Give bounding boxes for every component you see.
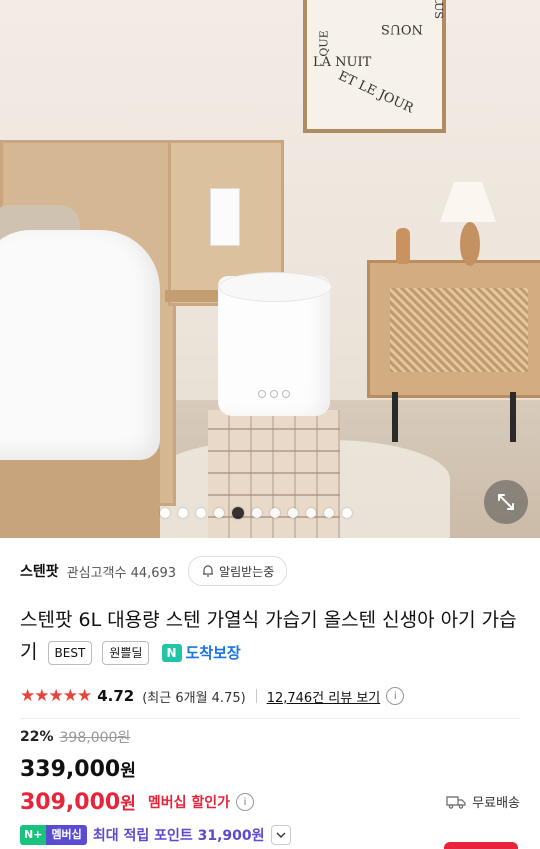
gallery-dot[interactable]: [288, 508, 298, 518]
arrival-icon: N: [161, 643, 182, 662]
rating-value: 4.72: [97, 687, 135, 705]
gallery-dot[interactable]: [270, 508, 280, 518]
bell-icon: [203, 565, 214, 577]
product-title: 스텐팟 6L 대용량 스텐 가열식 가습기 올스텐 신생아 아기 가습기: [20, 609, 517, 663]
poster-frame: PLUS NOUS QUE LA NUIT ET LE JOUR: [303, 0, 446, 133]
notify-button[interactable]: 알림받는중: [188, 556, 288, 586]
arrival-label: 도착보장: [185, 643, 241, 662]
expand-button[interactable]: [484, 480, 528, 524]
points-expand-button[interactable]: [270, 825, 291, 845]
purchase-button-edge[interactable]: [444, 842, 518, 849]
gallery-dot[interactable]: [178, 508, 188, 518]
nightstand-leg: [510, 392, 516, 442]
nightstand-rattan: [390, 288, 528, 372]
shipping-info: 무료배송: [446, 792, 520, 811]
expand-icon: [498, 494, 514, 510]
member-price-number: 309,000: [20, 790, 121, 815]
gallery-dot[interactable]: [214, 508, 224, 518]
store-row: 스텐팟 관심고객수 44,693 알림받는중: [20, 556, 288, 586]
discount-rate: 22%: [20, 729, 54, 745]
discount-row: 22% 398,000원: [20, 726, 130, 748]
gallery-dot-active[interactable]: [232, 507, 244, 519]
humidifier-buttons: [258, 383, 294, 398]
rating-stars: ★★★★★: [20, 686, 92, 706]
product-title-block: 스텐팟 6L 대용량 스텐 가열식 가습기 올스텐 신생아 아기 가습기 BES…: [20, 604, 530, 669]
rating-row: ★★★★★ 4.72 (최근 6개월 4.75) 12,746건 리뷰 보기 i: [20, 684, 405, 708]
member-price-label: 멤버십 할인가: [147, 795, 230, 811]
original-price: 398,000원: [59, 730, 131, 746]
notify-label: 알림받는중: [219, 564, 275, 579]
sale-price-unit: 원: [120, 761, 136, 781]
nightstand-leg: [392, 392, 398, 442]
gallery-dot[interactable]: [342, 508, 352, 518]
recent-rating: (최근 6개월 4.75): [142, 690, 246, 706]
gallery-dot[interactable]: [160, 508, 170, 518]
store-name[interactable]: 스텐팟: [20, 561, 59, 581]
deal-badge: 원쁠딜: [102, 640, 150, 665]
wall-outlet: [210, 188, 240, 246]
info-icon[interactable]: i: [236, 793, 254, 811]
max-points-text: 최대 적립 포인트 31,900원: [92, 828, 265, 844]
poster-text: PLUS: [431, 0, 445, 19]
chevron-down-icon: [276, 832, 285, 838]
gallery-pagination: [160, 507, 352, 519]
humidifier-lid: [218, 272, 332, 302]
naver-plus-membership-badge: N+ 멤버십: [20, 825, 87, 845]
gallery-dot[interactable]: [252, 508, 262, 518]
review-link[interactable]: 12,746건 리뷰 보기: [267, 687, 381, 706]
poster-text: ET LE JOUR: [335, 68, 416, 117]
watchers-count: 관심고객수 44,693: [66, 565, 177, 581]
truck-icon: [446, 795, 466, 809]
section-divider: [20, 718, 520, 719]
member-price: 309,000원: [20, 789, 136, 815]
lamp-base: [460, 222, 480, 266]
product-image-gallery[interactable]: PLUS NOUS QUE LA NUIT ET LE JOUR: [0, 0, 540, 538]
shipping-label: 무료배송: [472, 796, 520, 811]
best-badge: BEST: [47, 640, 93, 665]
gallery-dot[interactable]: [196, 508, 206, 518]
membership-label: 멤버십: [46, 825, 87, 845]
info-icon[interactable]: i: [386, 687, 405, 705]
poster-text: QUE: [317, 30, 331, 57]
member-price-row: 309,000원 멤버십 할인가 i: [20, 788, 254, 816]
sale-price: 339,000원: [20, 756, 136, 782]
member-price-unit: 원: [120, 794, 136, 814]
poster-text: NOUS: [381, 21, 423, 36]
gallery-dot[interactable]: [306, 508, 316, 518]
naver-plus-icon: N+: [20, 825, 47, 845]
blanket: [0, 230, 160, 460]
divider: [255, 689, 257, 703]
arrival-guarantee-badge[interactable]: N 도착보장: [161, 637, 241, 669]
lamp-shade: [440, 182, 496, 222]
vase: [396, 228, 410, 264]
points-row[interactable]: N+ 멤버십 최대 적립 포인트 31,900원: [20, 823, 291, 847]
sale-price-number: 339,000: [20, 757, 121, 782]
gallery-dot[interactable]: [324, 508, 334, 518]
